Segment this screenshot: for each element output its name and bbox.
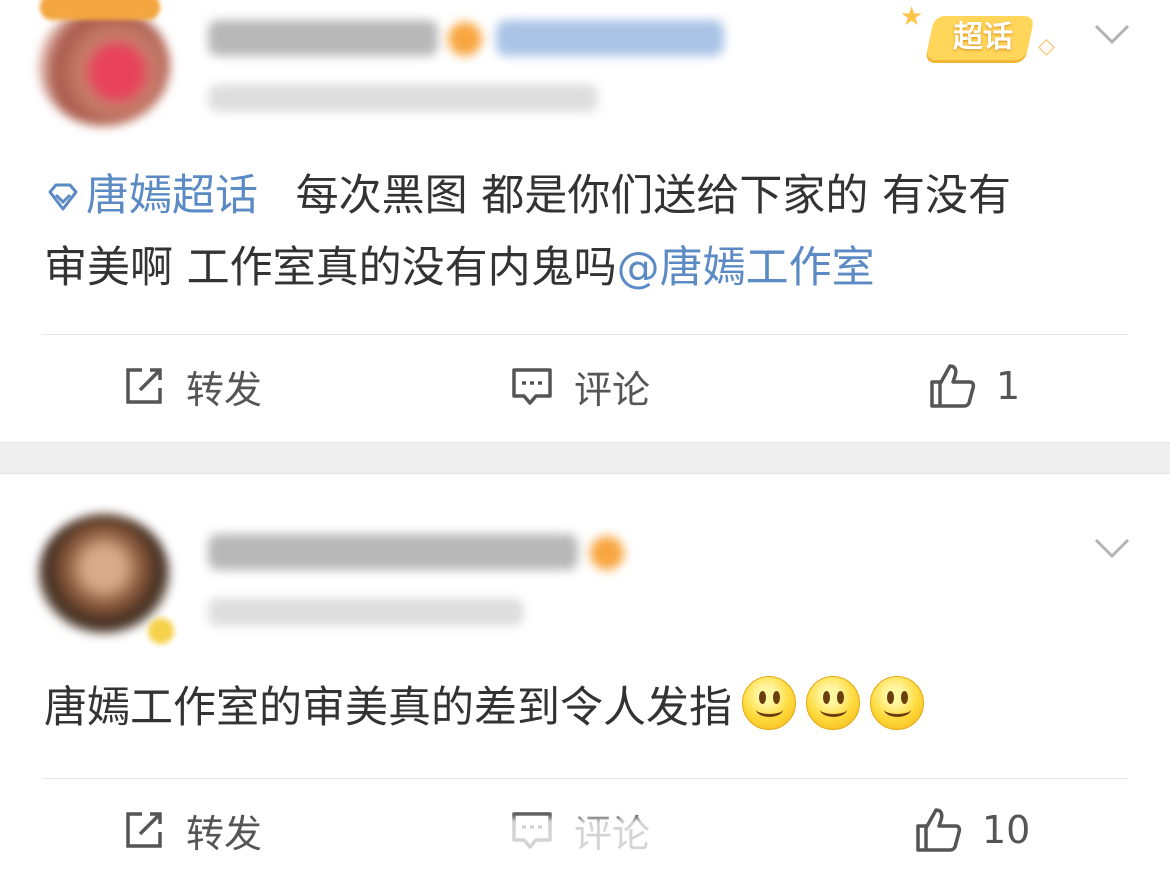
username-blurred[interactable] xyxy=(208,20,438,56)
verified-badge-icon xyxy=(148,618,174,644)
like-button[interactable]: 10 xyxy=(914,800,1030,860)
watermark-overlay xyxy=(440,818,730,858)
comment-icon xyxy=(512,368,552,405)
super-topic-name: 唐嫣超话 xyxy=(86,171,258,221)
user-topic-blurred[interactable] xyxy=(496,20,724,56)
weibo-post-2: 唐嫣工作室的审美真的差到令人发指 转发 评论 10 xyxy=(0,474,1170,871)
super-topic-badge-label: 超话 xyxy=(953,20,1013,55)
mention-link[interactable]: @唐嫣工作室 xyxy=(617,243,875,293)
smile-emoji xyxy=(742,676,796,730)
chevron-down-icon[interactable] xyxy=(1093,536,1131,560)
like-count: 1 xyxy=(996,364,1021,408)
vip-badge-icon xyxy=(590,536,624,570)
post-text-line1: 每次黑图 都是你们送给下家的 有没有 xyxy=(295,171,1012,221)
avatar-frame-badge xyxy=(40,0,160,20)
comment-label: 评论 xyxy=(574,367,651,412)
user-avatar[interactable] xyxy=(38,6,170,126)
post-content: 唐嫣工作室的审美真的差到令人发指 xyxy=(44,672,924,744)
smile-emoji xyxy=(806,676,860,730)
divider xyxy=(42,334,1128,335)
super-topic-icon xyxy=(48,183,78,211)
weibo-post-1: ★ 超话 ◇ 唐嫣超话 每次黑图 都是你们送给下家的 有没有 审美啊 工作室真的… xyxy=(0,0,1170,442)
user-avatar[interactable] xyxy=(38,514,170,634)
post-meta-blurred xyxy=(208,598,524,626)
sparkle-icon: ★ xyxy=(900,2,924,32)
repost-label: 转发 xyxy=(186,811,263,856)
like-icon xyxy=(916,808,962,852)
username-blurred[interactable] xyxy=(208,534,578,570)
post-text: 唐嫣工作室的审美真的差到令人发指 xyxy=(44,683,732,733)
post-text-line2: 审美啊 工作室真的没有内鬼吗 xyxy=(44,243,617,293)
divider xyxy=(42,778,1128,779)
repost-button[interactable]: 转发 xyxy=(122,356,262,416)
repost-icon xyxy=(126,368,162,404)
repost-button[interactable]: 转发 xyxy=(122,800,262,860)
like-count: 10 xyxy=(982,808,1031,852)
diamond-icon: ◇ xyxy=(1038,34,1055,59)
like-button[interactable]: 1 xyxy=(928,356,1020,416)
super-topic-badge[interactable]: ★ 超话 ◇ xyxy=(900,2,1065,74)
post-separator xyxy=(0,442,1170,474)
like-icon xyxy=(930,364,976,408)
chevron-down-icon[interactable] xyxy=(1093,22,1131,46)
repost-label: 转发 xyxy=(186,367,263,412)
smile-emoji xyxy=(870,676,924,730)
vip-badge-icon xyxy=(448,22,482,56)
post-meta-blurred xyxy=(208,84,598,112)
super-topic-link[interactable]: 唐嫣超话 xyxy=(44,171,258,221)
post-content: 唐嫣超话 每次黑图 都是你们送给下家的 有没有 审美啊 工作室真的没有内鬼吗@唐… xyxy=(44,160,1011,304)
repost-icon xyxy=(126,812,162,848)
comment-button[interactable]: 评论 xyxy=(510,356,650,416)
